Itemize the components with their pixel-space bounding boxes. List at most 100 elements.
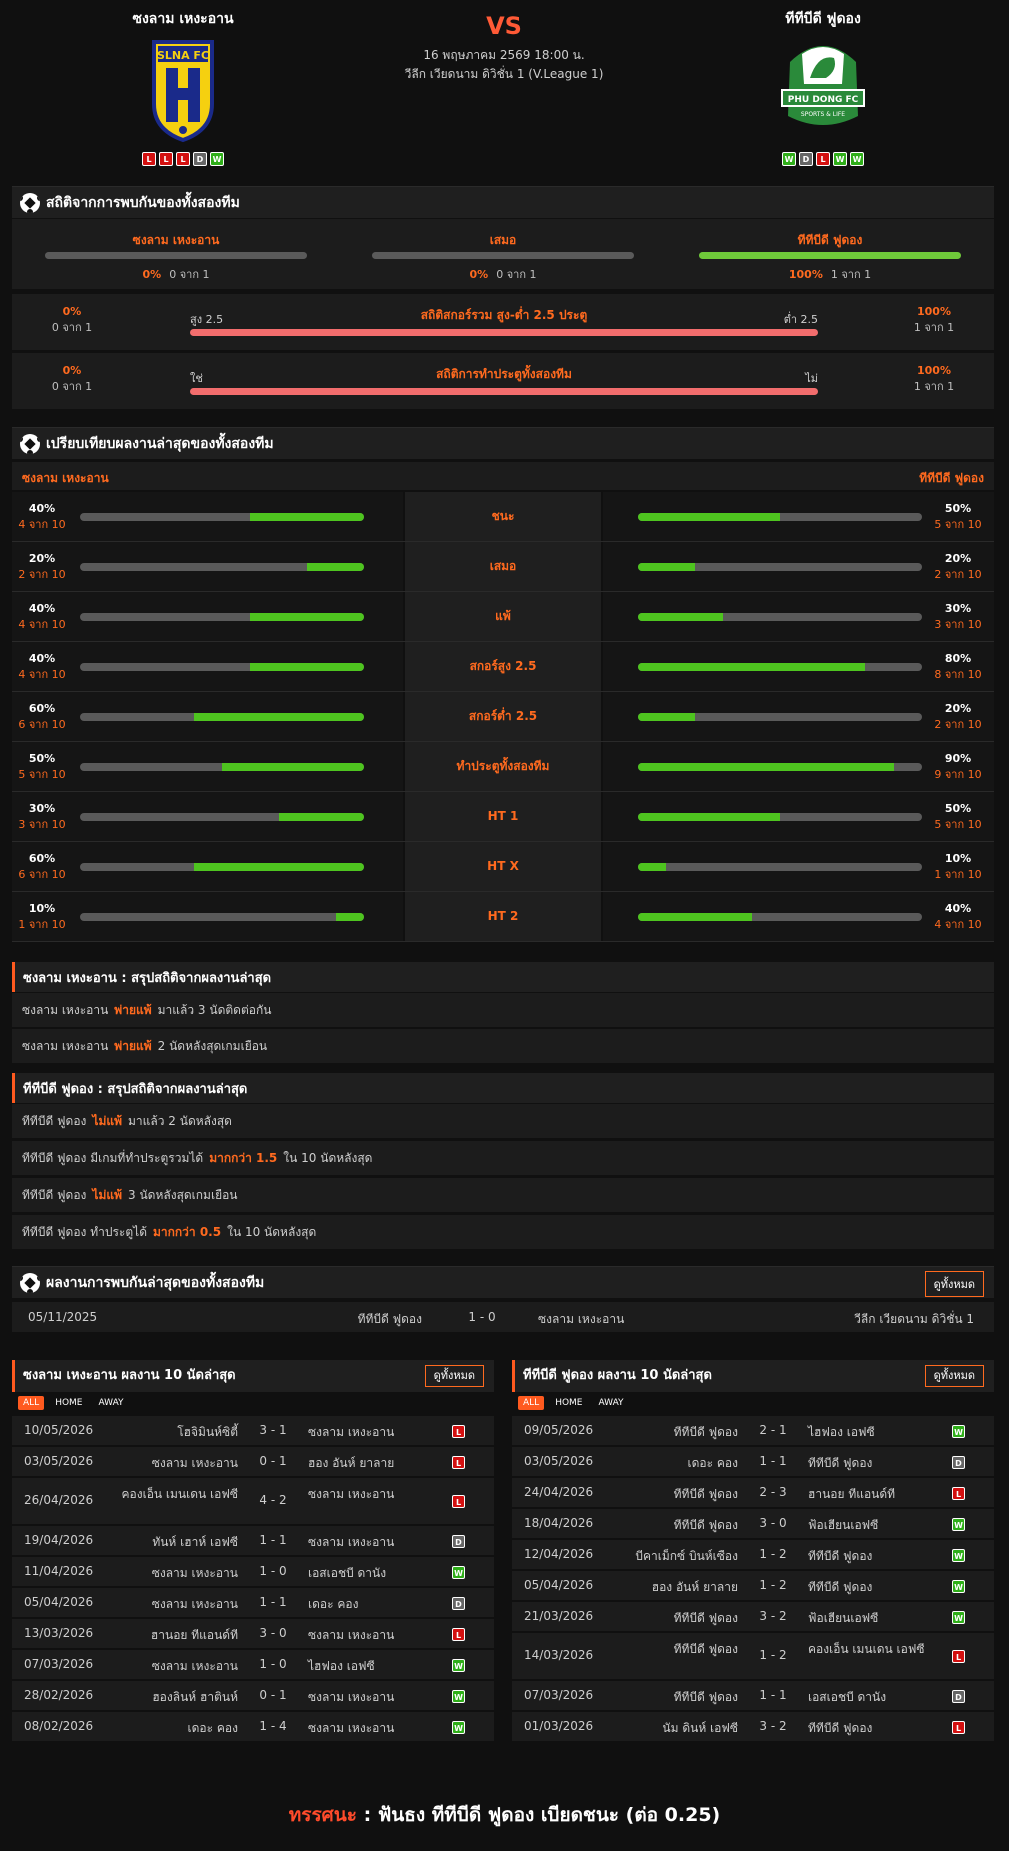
home-team-block[interactable]: ซงลาม เหงะอาน SLNA FC LLLDW: [68, 8, 298, 166]
h2h-pct-value: 0%: [469, 268, 489, 281]
compare-away-bar: [638, 763, 922, 771]
result-badge-w: W: [452, 1659, 465, 1672]
result-badge-l: L: [452, 1456, 465, 1469]
match-date: 11/04/2026: [24, 1564, 94, 1578]
match-row[interactable]: 18/04/2026 ทีทีบีดี ฟูดอง 3 - 0 ฟ้อเฮียนเอฟ…: [512, 1507, 994, 1538]
match-row[interactable]: 12/04/2026 บีคาเม็กซ์ บินห์เซือง 1 - 2 ทีที…: [512, 1538, 994, 1569]
match-score: 3 - 2: [759, 1719, 787, 1733]
summary-detail: 3 นัดหลังสุดเกมเยือน: [128, 1187, 238, 1202]
tab-home[interactable]: HOME: [50, 1396, 87, 1410]
compare-home-bar-fill: [278, 813, 364, 821]
compare-away-label: ทีทีบีดี ฟูดอง: [919, 471, 984, 485]
compare-home-pct: 10%: [28, 902, 56, 915]
tab-all[interactable]: ALL: [18, 1396, 45, 1410]
compare-home-count: 4 จาก 10: [18, 518, 66, 531]
match-score: 1 - 0: [468, 1310, 496, 1324]
see-all-button[interactable]: ดูทั้งหมด: [924, 1365, 984, 1387]
match-row[interactable]: 11/04/2026 ซงลาม เหงะอาน 1 - 0 เอสเอชบี ดาน…: [12, 1555, 494, 1586]
match-away-team: ทีทีบีดี ฟูดอง: [808, 1456, 873, 1470]
match-row[interactable]: 14/03/2026 ทีทีบีดี ฟูดอง 1 - 2 คองเอ็น เมน…: [512, 1631, 994, 1679]
match-row[interactable]: 07/03/2026 ซงลาม เหงะอาน 1 - 0 ไฮฟอง เอฟซี W: [12, 1648, 494, 1679]
compare-home-pct: 20%: [28, 552, 56, 565]
compare-home-side: 20% 2 จาก 10: [12, 542, 403, 591]
match-date: 05/04/2026: [24, 1595, 94, 1609]
compare-home-side: 10% 1 จาก 10: [12, 892, 403, 941]
match-row[interactable]: 26/04/2026 คองเอ็น เมนเดน เอฟซี 4 - 2 ซงลาม…: [12, 1476, 494, 1524]
h2h-away-win-col: ทีทีบีดี ฟูดอง 100% 1 จาก 1: [699, 231, 961, 283]
match-row[interactable]: 03/05/2026 ซงลาม เหงะอาน 0 - 1 ฮอง อันห์ ยา…: [12, 1445, 494, 1476]
match-home-team: ซงลาม เหงะอาน: [151, 1566, 238, 1580]
match-row[interactable]: 05/04/2026 ฮอง อันห์ ยาลาย 1 - 2 ทีทีบีดี ฟ…: [512, 1569, 994, 1600]
summary-team: ทีทีบีดี ฟูดอง มีเกมที่ทำประตูรวมได้: [22, 1150, 204, 1165]
compare-home-count: 4 จาก 10: [18, 618, 66, 631]
away-team-block[interactable]: ทีทีบีดี ฟูดอง PHU DONG FC SPORTS & LIFE…: [708, 8, 938, 166]
match-datetime: 16 พฤษภาคม 2569 18:00 น.: [423, 48, 585, 62]
match-away-team: ซงลาม เหงะอาน: [308, 1487, 395, 1501]
see-all-button[interactable]: ดูทั้งหมด: [424, 1365, 484, 1387]
match-row[interactable]: 10/05/2026 โฮจิมินห์ซิตี้ 3 - 1 ซงลาม เหงะอ…: [12, 1414, 494, 1445]
result-badge-w: W: [952, 1518, 965, 1531]
match-row[interactable]: 28/02/2026 ฮองลินห์ ฮาตินห์ 0 - 1 ซงลาม เหง…: [12, 1679, 494, 1710]
match-score: 1 - 2: [759, 1648, 787, 1662]
match-row[interactable]: 13/03/2026 ฮานอย ทีแอนด์ที 3 - 0 ซงลาม เหงะ…: [12, 1617, 494, 1648]
compare-home-pct: 30%: [28, 802, 56, 815]
compare-row-label: สกอร์สูง 2.5: [405, 642, 601, 691]
compare-home-count: 6 จาก 10: [18, 868, 66, 881]
match-date: 05/04/2026: [524, 1578, 594, 1592]
result-badge-l: L: [952, 1650, 965, 1663]
compare-row: 40% 4 จาก 10 ชนะ 50% 5 จาก 10: [12, 492, 994, 542]
tab-all[interactable]: ALL: [518, 1396, 545, 1410]
compare-title: เปรียบเทียบผลงานล่าสุดของทั้งสองทีม: [12, 427, 994, 459]
ou-left-label: สูง 2.5: [190, 313, 224, 326]
match-row[interactable]: 19/04/2026 ทันห์ เฮาห์ เอฟซี 1 - 1 ซงลาม เห…: [12, 1524, 494, 1555]
match-row[interactable]: 03/05/2026 เดอะ คอง 1 - 1 ทีทีบีดี ฟูดอง D: [512, 1445, 994, 1476]
match-home-team: คองเอ็น เมนเดน เอฟซี: [121, 1487, 239, 1501]
compare-home-count: 3 จาก 10: [18, 818, 66, 831]
away-recent-table: ทีทีบีดี ฟูดอง ผลงาน 10 นัดล่าสุด ดูทั้ง…: [512, 1360, 994, 1741]
compare-home-bar: [80, 513, 364, 521]
compare-home-bar: [80, 763, 364, 771]
compare-home-bar-fill: [193, 713, 364, 721]
compare-away-side: 90% 9 จาก 10: [603, 742, 994, 791]
match-row[interactable]: 24/04/2026 ทีทีบีดี ฟูดอง 2 - 3 ฮานอย ทีแอน…: [512, 1476, 994, 1507]
match-score: 0 - 1: [259, 1454, 287, 1468]
see-all-button[interactable]: ดูทั้งหมด: [924, 1271, 984, 1297]
btts-right-count: 1 จาก 1: [913, 380, 955, 393]
home-recent-title-text: ซงลาม เหงะอาน ผลงาน 10 นัดล่าสุด: [23, 1368, 236, 1383]
compare-home-stat: 40% 4 จาก 10: [12, 501, 72, 533]
compare-home-bar-fill: [250, 513, 364, 521]
h2h-col-label: ซงลาม เหงะอาน: [132, 233, 220, 247]
btts-title: สถิติการทำประตูทั้งสองทีม: [436, 367, 572, 381]
summary-team: ซงลาม เหงะอาน: [22, 1038, 109, 1053]
match-row[interactable]: 07/03/2026 ทีทีบีดี ฟูดอง 1 - 1 เอสเอชบี ดา…: [512, 1679, 994, 1710]
away-team-name[interactable]: ทีทีบีดี ฟูดอง: [708, 8, 938, 28]
compare-row-label: ชนะ: [405, 492, 601, 541]
compare-away-stat: 20% 2 จาก 10: [928, 701, 988, 733]
tab-away[interactable]: AWAY: [594, 1396, 629, 1410]
last-h2h-match-row[interactable]: 05/11/2025 ทีทีบีดี ฟูดอง 1 - 0 ซงลาม เห…: [12, 1302, 994, 1332]
match-row[interactable]: 08/02/2026 เดอะ คอง 1 - 4 ซงลาม เหงะอาน W: [12, 1710, 494, 1741]
match-row[interactable]: 01/03/2026 นัม ดินห์ เอฟซี 3 - 2 ทีทีบีดี ฟ…: [512, 1710, 994, 1741]
match-league[interactable]: วีลีก เวียดนาม ดิวิชั่น 1 (V.League 1): [334, 65, 674, 84]
compare-home-count: 5 จาก 10: [18, 768, 66, 781]
match-home-team: ทีทีบีดี ฟูดอง: [673, 1518, 738, 1532]
match-date: 09/05/2026: [524, 1423, 594, 1437]
match-score: 2 - 1: [759, 1423, 787, 1437]
h2h-bar: [699, 252, 961, 259]
compare-home-stat: 50% 5 จาก 10: [12, 751, 72, 783]
match-row[interactable]: 05/04/2026 ซงลาม เหงะอาน 1 - 1 เดอะ คอง D: [12, 1586, 494, 1617]
compare-away-pct: 40%: [944, 902, 972, 915]
compare-home-bar: [80, 613, 364, 621]
match-row[interactable]: 09/05/2026 ทีทีบีดี ฟูดอง 2 - 1 ไฮฟอง เอฟซี…: [512, 1414, 994, 1445]
match-row[interactable]: 21/03/2026 ทีทีบีดี ฟูดอง 3 - 2 ฟ้อเฮียนเอฟ…: [512, 1600, 994, 1631]
compare-away-stat: 50% 5 จาก 10: [928, 501, 988, 533]
btts-left-label: ใช่: [190, 372, 203, 385]
tab-home[interactable]: HOME: [550, 1396, 587, 1410]
match-home-team: ทีทีบีดี ฟูดอง: [673, 1425, 738, 1439]
tab-away[interactable]: AWAY: [94, 1396, 129, 1410]
result-badge-l: L: [452, 1425, 465, 1438]
compare-home-stat: 60% 6 จาก 10: [12, 701, 72, 733]
home-team-name[interactable]: ซงลาม เหงะอาน: [68, 8, 298, 28]
btts-left-count: 0 จาก 1: [51, 380, 93, 393]
summary-team: ทีทีบีดี ฟูดอง: [22, 1113, 87, 1128]
